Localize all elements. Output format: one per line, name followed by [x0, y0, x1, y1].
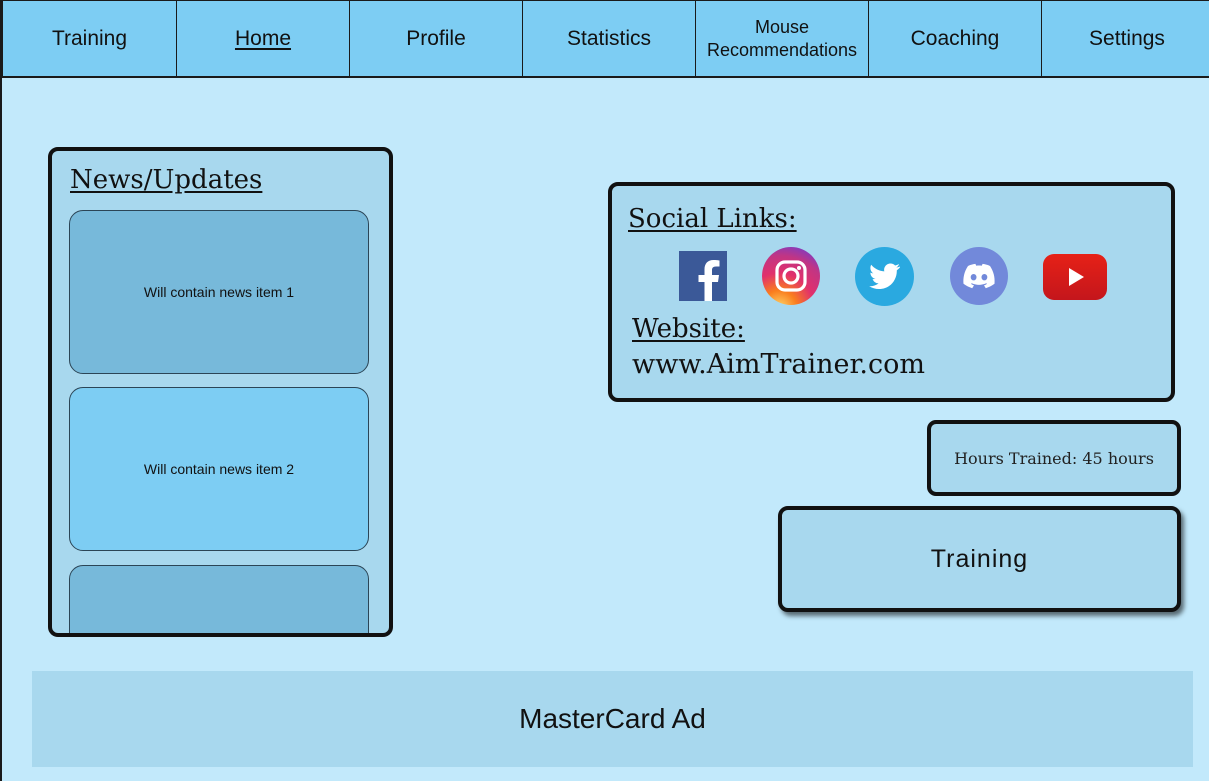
ad-text: MasterCard Ad: [519, 703, 706, 734]
hours-trained-text: Hours Trained: 45 hours: [954, 448, 1154, 468]
training-button[interactable]: Training: [778, 506, 1181, 612]
top-nav: Training Home Profile Statistics Mouse R…: [2, 0, 1209, 78]
website-title: Website:: [632, 314, 745, 344]
facebook-icon[interactable]: [679, 251, 727, 301]
hours-trained-card: Hours Trained: 45 hours: [927, 420, 1181, 496]
nav-item-label: Profile: [406, 26, 466, 50]
nav-item-coaching[interactable]: Coaching: [869, 1, 1042, 76]
social-panel: Social Links: Website: www.AimTrainer.co…: [608, 182, 1175, 402]
youtube-icon[interactable]: [1043, 254, 1107, 300]
nav-item-label: Coaching: [910, 26, 1000, 50]
news-item-text: Will contain news item 2: [143, 461, 295, 477]
training-button-label: Training: [930, 544, 1029, 573]
news-item[interactable]: Will contain news item 1: [69, 210, 369, 374]
nav-item-home[interactable]: Home: [177, 1, 350, 76]
nav-item-label: Settings: [1089, 26, 1165, 50]
news-item[interactable]: Will contain news item 2: [69, 387, 369, 551]
social-title: Social Links:: [628, 204, 797, 234]
news-panel: News/Updates Will contain news item 1 Wi…: [48, 147, 393, 637]
nav-item-statistics[interactable]: Statistics: [523, 1, 696, 76]
nav-item-profile[interactable]: Profile: [350, 1, 523, 76]
website-url[interactable]: www.AimTrainer.com: [632, 349, 925, 380]
discord-icon[interactable]: [950, 247, 1008, 305]
ad-banner[interactable]: MasterCard Ad: [32, 671, 1193, 767]
nav-item-label: Training: [51, 26, 128, 50]
news-item-text: Will contain news item 1: [143, 284, 295, 300]
nav-item-label: Statistics: [566, 26, 652, 50]
page: Training Home Profile Statistics Mouse R…: [0, 0, 1209, 781]
nav-item-label: Home: [234, 26, 292, 50]
instagram-icon[interactable]: [762, 247, 820, 305]
nav-item-training[interactable]: Training: [3, 1, 177, 76]
news-item[interactable]: [69, 565, 369, 633]
nav-item-mouse-recommendations[interactable]: Mouse Recommendations: [696, 1, 869, 76]
nav-item-label: Mouse Recommendations: [706, 16, 858, 60]
nav-item-settings[interactable]: Settings: [1042, 1, 1209, 76]
twitter-icon[interactable]: [855, 247, 914, 306]
news-title: News/Updates: [70, 165, 263, 195]
